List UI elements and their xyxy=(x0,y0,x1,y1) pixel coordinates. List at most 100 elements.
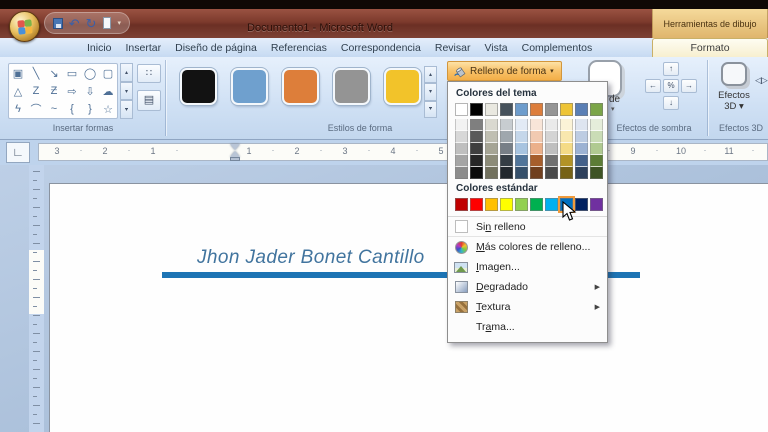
theme-color-accent-green[interactable] xyxy=(590,103,603,116)
shape-elbow-connector-icon[interactable]: Z xyxy=(27,82,45,100)
shape-oval-icon[interactable]: ◯ xyxy=(81,64,99,82)
document-title-text[interactable]: Jhon Jader Bonet Cantillo xyxy=(197,247,425,269)
scroll-up-icon[interactable]: ▴ xyxy=(120,63,133,82)
theme-color-dark-slate[interactable] xyxy=(500,103,513,116)
standard-color-orange[interactable] xyxy=(485,198,498,211)
theme-color-black[interactable] xyxy=(470,103,483,116)
shape-brace-right-icon[interactable]: } xyxy=(81,100,99,118)
menu-item-texture[interactable]: Textura ▶ xyxy=(448,297,607,317)
shape-style-yellow[interactable] xyxy=(384,68,421,105)
theme-shade-swatch[interactable] xyxy=(470,131,483,143)
theme-shade-swatch[interactable] xyxy=(455,143,468,155)
gallery-more-icon[interactable]: ▾ xyxy=(424,100,437,118)
theme-shade-swatch[interactable] xyxy=(485,155,498,167)
nudge-shadow-up-button[interactable]: ↑ xyxy=(663,62,679,76)
theme-shade-swatch[interactable] xyxy=(590,143,603,155)
theme-color-accent-yellow[interactable] xyxy=(560,103,573,116)
standard-color-light-green[interactable] xyxy=(515,198,528,211)
theme-shade-swatch[interactable] xyxy=(545,143,558,155)
theme-shade-swatch[interactable] xyxy=(560,143,573,155)
customize-qat-icon[interactable]: ▾ xyxy=(117,19,121,27)
theme-shade-swatch[interactable] xyxy=(545,131,558,143)
theme-shade-swatch[interactable] xyxy=(500,167,513,179)
office-button[interactable] xyxy=(9,11,40,42)
shape-style-orange[interactable] xyxy=(282,68,319,105)
theme-shade-swatch[interactable] xyxy=(545,119,558,131)
theme-shade-swatch[interactable] xyxy=(470,167,483,179)
standard-color-dark-red[interactable] xyxy=(455,198,468,211)
theme-shade-swatch[interactable] xyxy=(515,119,528,131)
theme-shade-swatch[interactable] xyxy=(530,143,543,155)
standard-color-purple[interactable] xyxy=(590,198,603,211)
new-document-icon[interactable] xyxy=(102,17,112,29)
save-icon[interactable] xyxy=(53,17,63,29)
nudge-shadow-down-button[interactable]: ↓ xyxy=(663,96,679,110)
theme-shade-swatch[interactable] xyxy=(455,155,468,167)
theme-shade-swatch[interactable] xyxy=(560,167,573,179)
tab-inicio[interactable]: Inicio xyxy=(80,38,119,57)
shape-fill-button[interactable]: Relleno de forma ▾ xyxy=(447,61,562,81)
theme-shade-swatch[interactable] xyxy=(470,119,483,131)
standard-color-green[interactable] xyxy=(530,198,543,211)
theme-shade-swatch[interactable] xyxy=(500,131,513,143)
theme-shade-swatch[interactable] xyxy=(515,155,528,167)
theme-shade-swatch[interactable] xyxy=(485,131,498,143)
theme-shade-swatch[interactable] xyxy=(455,131,468,143)
theme-shade-swatch[interactable] xyxy=(545,155,558,167)
theme-shade-swatch[interactable] xyxy=(500,119,513,131)
shape-scribble-icon[interactable]: ϟ xyxy=(9,100,27,118)
theme-shade-swatch[interactable] xyxy=(515,167,528,179)
theme-shade-swatch[interactable] xyxy=(575,119,588,131)
theme-shade-swatch[interactable] xyxy=(500,143,513,155)
theme-shade-swatch[interactable] xyxy=(470,155,483,167)
theme-shade-swatch[interactable] xyxy=(455,167,468,179)
left-indent-marker[interactable] xyxy=(230,157,240,161)
theme-color-accent-orange[interactable] xyxy=(530,103,543,116)
nudge-shadow-right-button[interactable]: → xyxy=(681,79,697,93)
hanging-indent-marker[interactable] xyxy=(230,151,240,157)
theme-color-white[interactable] xyxy=(455,103,468,116)
shape-rounded-rectangle-icon[interactable]: ▢ xyxy=(99,64,117,82)
rotate-3d-icon[interactable]: ◁▷ xyxy=(755,75,768,86)
shape-style-black[interactable] xyxy=(180,68,217,105)
shape-triangle-icon[interactable]: △ xyxy=(9,82,27,100)
shape-arc-icon[interactable]: ⌒ xyxy=(27,100,45,118)
theme-shade-swatch[interactable] xyxy=(590,155,603,167)
tab-formato[interactable]: Formato xyxy=(652,38,768,57)
standard-color-light-blue[interactable] xyxy=(545,198,558,211)
scroll-down-icon[interactable]: ▾ xyxy=(424,83,437,101)
theme-shade-swatch[interactable] xyxy=(575,167,588,179)
theme-shade-swatch[interactable] xyxy=(455,119,468,131)
document-page[interactable]: Jhon Jader Bonet Cantillo xyxy=(49,183,768,432)
toggle-shadow-button[interactable]: % xyxy=(663,79,679,93)
theme-shade-swatch[interactable] xyxy=(590,167,603,179)
shape-arrow-right-icon[interactable]: ⇨ xyxy=(63,82,81,100)
first-line-indent-marker[interactable] xyxy=(230,144,240,150)
shape-elbow-arrow-icon[interactable]: Ƶ xyxy=(45,82,63,100)
theme-shade-swatch[interactable] xyxy=(575,155,588,167)
menu-item-no-fill[interactable]: Sin relleno xyxy=(448,217,607,237)
menu-item-more-fill-colors[interactable]: Más colores de relleno... xyxy=(448,237,607,257)
tab-insertar[interactable]: Insertar xyxy=(119,38,169,57)
tab-stop-selector[interactable]: ∟ xyxy=(6,142,30,163)
shape-cloud-icon[interactable]: ☁ xyxy=(99,82,117,100)
theme-shade-swatch[interactable] xyxy=(515,143,528,155)
shape-picture-placeholder-icon[interactable]: ▣ xyxy=(9,64,27,82)
standard-color-yellow[interactable] xyxy=(500,198,513,211)
theme-shade-swatch[interactable] xyxy=(590,119,603,131)
theme-shade-swatch[interactable] xyxy=(560,155,573,167)
theme-shade-swatch[interactable] xyxy=(500,155,513,167)
theme-shade-swatch[interactable] xyxy=(530,155,543,167)
tab-referencias[interactable]: Referencias xyxy=(264,38,334,57)
theme-shade-swatch[interactable] xyxy=(560,131,573,143)
shape-arrow-down-icon[interactable]: ⇩ xyxy=(81,82,99,100)
tab-dise-o-de-p-gina[interactable]: Diseño de página xyxy=(168,38,264,57)
shape-line-icon[interactable]: ╲ xyxy=(27,64,45,82)
theme-shade-swatch[interactable] xyxy=(485,143,498,155)
text-box-button[interactable]: ▤ xyxy=(137,90,161,111)
nudge-shadow-left-button[interactable]: ← xyxy=(645,79,661,93)
shape-curve-icon[interactable]: ~ xyxy=(45,100,63,118)
effects-3d-button[interactable]: Efectos 3D ▾ xyxy=(712,60,756,120)
theme-shade-swatch[interactable] xyxy=(530,167,543,179)
shape-brace-left-icon[interactable]: { xyxy=(63,100,81,118)
